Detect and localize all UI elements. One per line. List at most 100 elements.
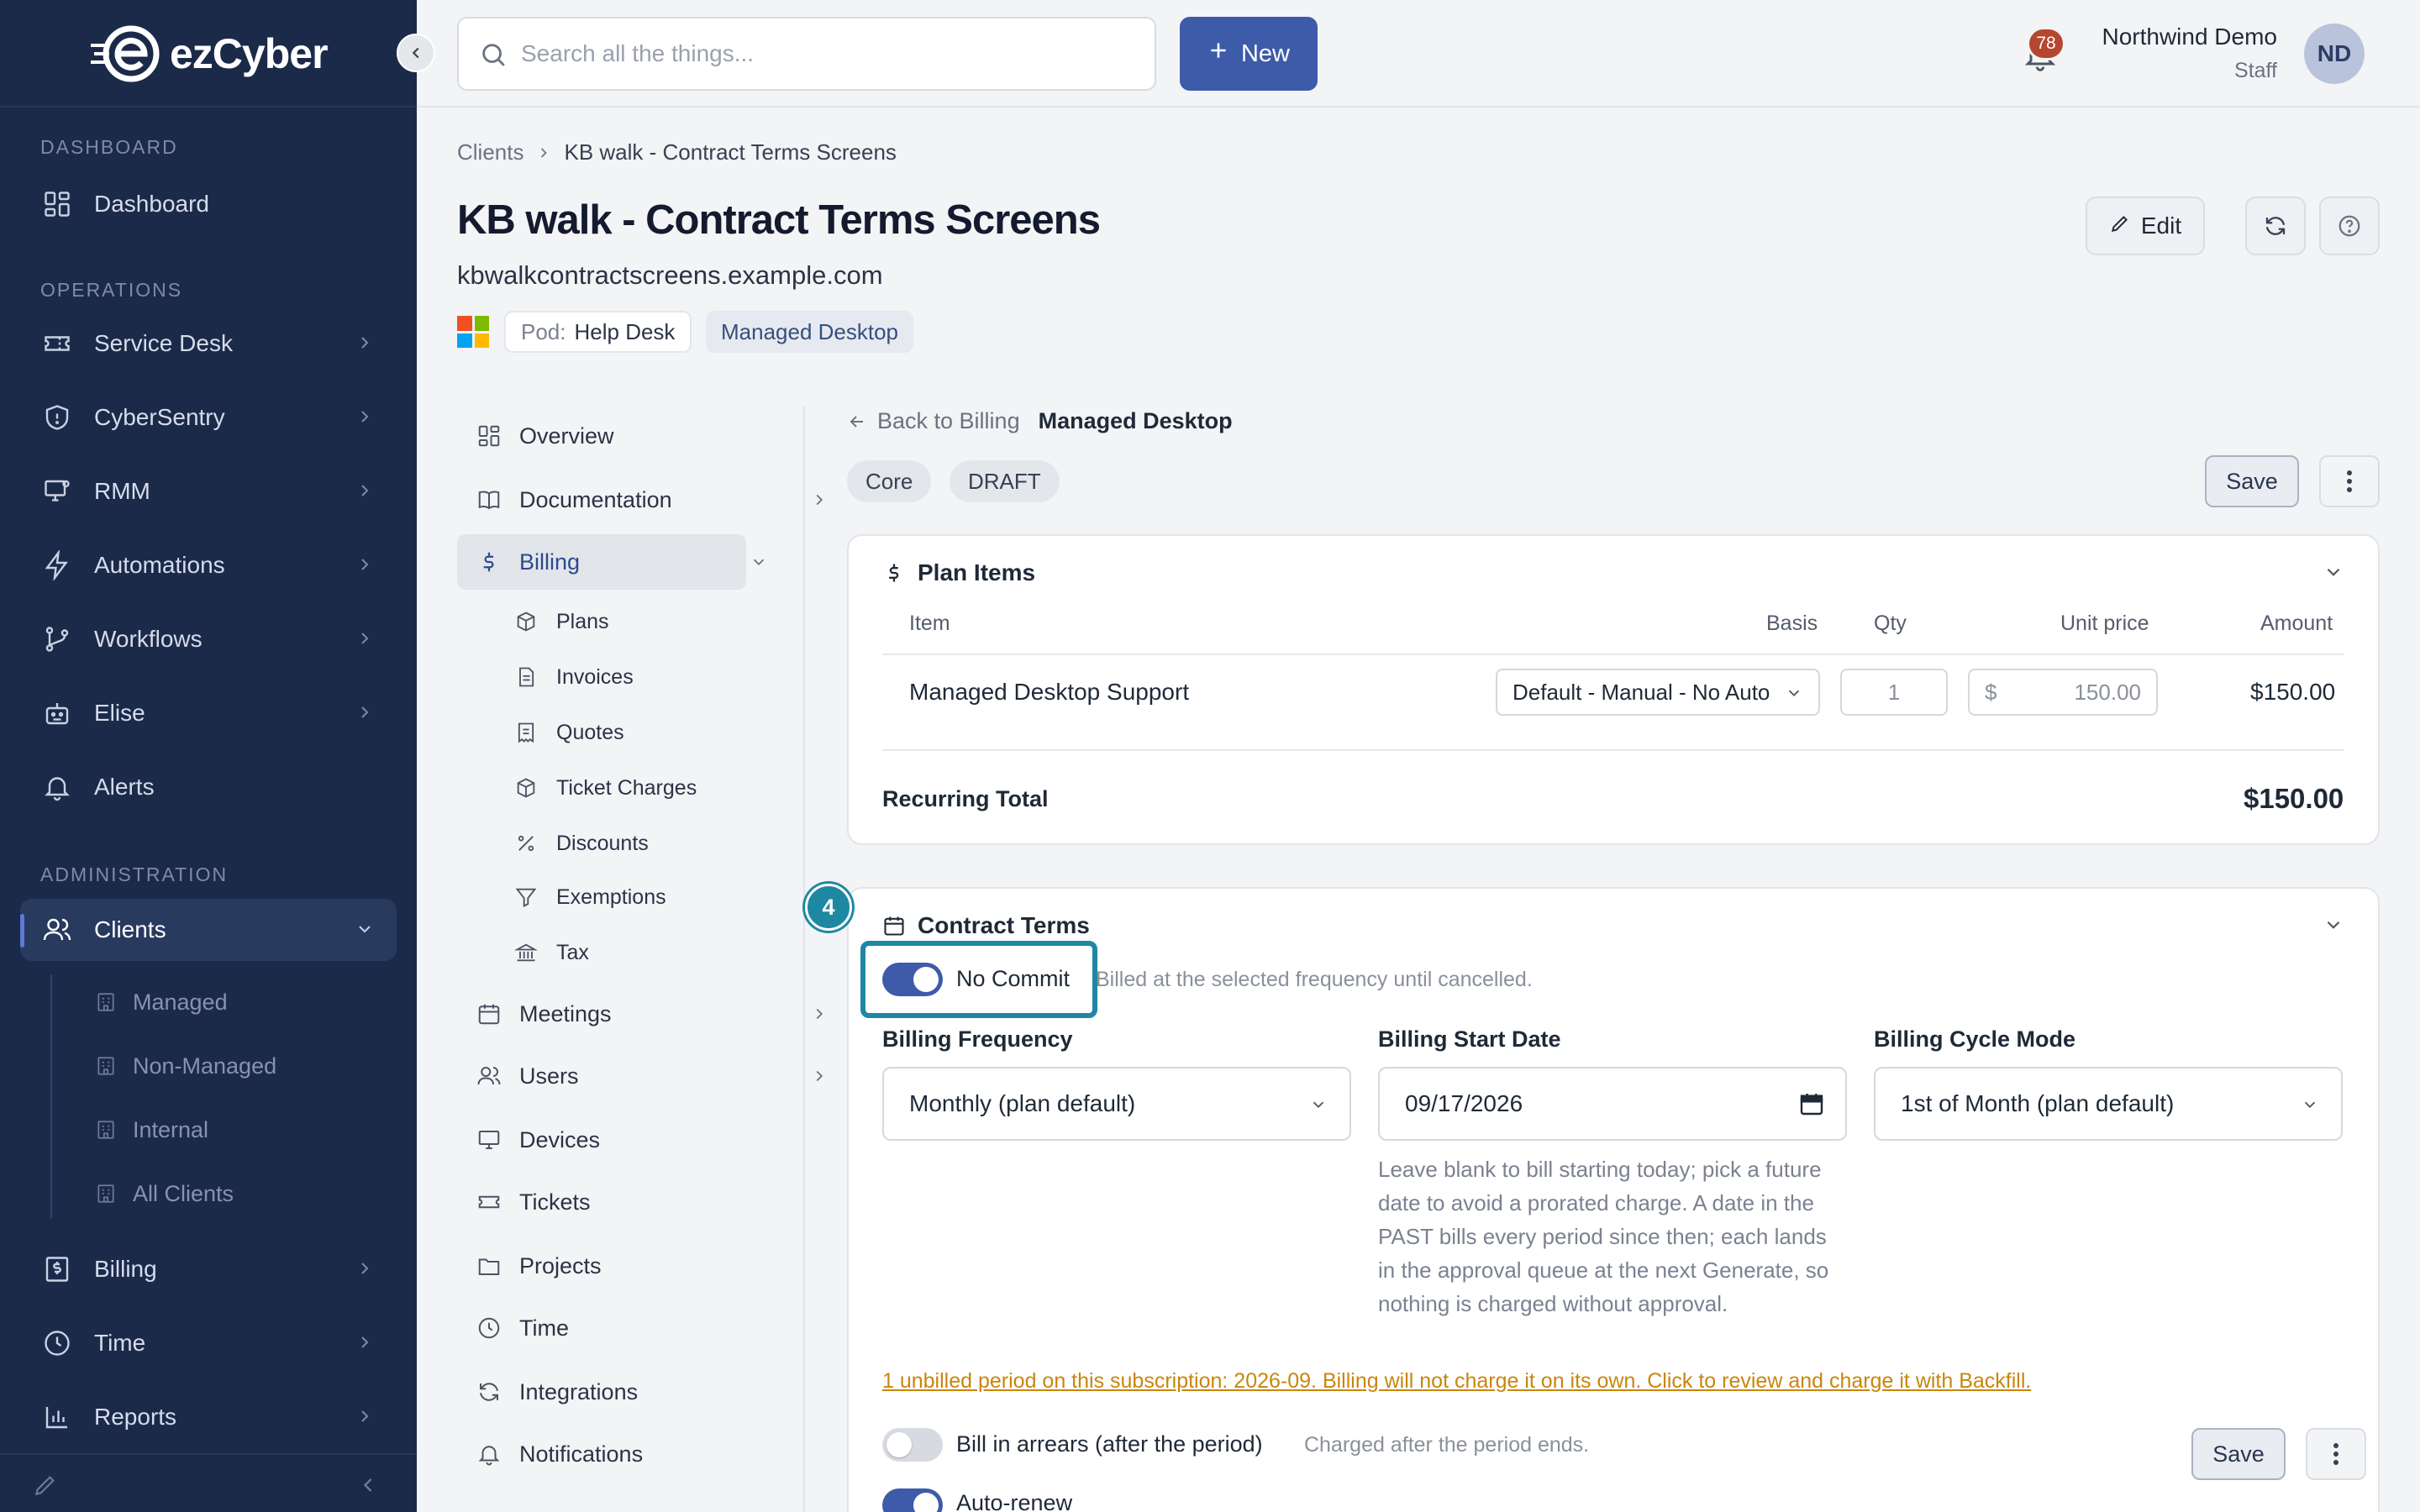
billing-sub-discounts[interactable]: Discounts (513, 820, 649, 867)
column-header-amount: Amount (2260, 612, 2333, 635)
sidebar-item-alerts[interactable]: Alerts (20, 756, 397, 818)
billing-cycle-mode-value: 1st of Month (plan default) (1901, 1090, 2175, 1116)
sidebar-divider (0, 106, 417, 108)
sidebar: ezCyber DASHBOARD Dashboard OPERATIONS S… (0, 0, 417, 1512)
chevron-down-icon[interactable] (2323, 561, 2344, 583)
tab-documentation[interactable]: Documentation (457, 472, 823, 528)
sidebar-subitem-all-clients[interactable]: All Clients (50, 1168, 387, 1220)
users-icon (476, 1063, 502, 1089)
tab-billing[interactable]: Billing (457, 534, 765, 590)
sidebar-subitem-managed[interactable]: Managed (50, 976, 387, 1028)
tab-devices[interactable]: Devices (457, 1112, 781, 1168)
sidebar-item-billing[interactable]: Billing (20, 1238, 397, 1300)
breadcrumb-clients-link[interactable]: Clients (457, 139, 523, 165)
client-domain: kbwalkcontractscreens.example.com (457, 260, 883, 290)
more-options-button[interactable] (2319, 455, 2380, 507)
billing-sub-quotes[interactable]: Quotes (513, 709, 624, 756)
contract-more-options-button[interactable] (2306, 1428, 2366, 1480)
avatar[interactable]: ND (2304, 24, 2365, 84)
billing-start-date-input[interactable]: 09/17/2026 (1378, 1067, 1847, 1141)
billing-sub-label: Plans (556, 609, 609, 633)
sidebar-item-service-desk[interactable]: Service Desk (20, 312, 397, 375)
chevron-down-icon[interactable] (2323, 914, 2344, 936)
unbilled-period-warning-link[interactable]: 1 unbilled period on this subscription: … (882, 1369, 2031, 1394)
tab-overview[interactable]: Overview (457, 408, 781, 464)
tab-projects[interactable]: Projects (457, 1238, 781, 1294)
brand-logo[interactable]: ezCyber (91, 24, 329, 84)
microsoft-icon (457, 316, 489, 348)
user-name[interactable]: Northwind Demo (2102, 24, 2277, 50)
section-label-dashboard: DASHBOARD (40, 136, 178, 158)
tab-meetings[interactable]: Meetings (457, 986, 823, 1042)
plan-items-header[interactable]: Plan Items (882, 559, 1035, 586)
billing-sub-invoices[interactable]: Invoices (513, 654, 634, 701)
help-button[interactable] (2319, 197, 2380, 255)
sidebar-item-workflows[interactable]: Workflows (20, 608, 397, 670)
sidebar-subitem-label: Managed (133, 989, 228, 1015)
tab-time[interactable]: Time (457, 1300, 781, 1356)
calendar-picker-icon[interactable] (1798, 1090, 1825, 1117)
billing-sub-label: Ticket Charges (556, 775, 697, 800)
collapse-left-icon[interactable] (356, 1473, 380, 1501)
table-divider (882, 749, 2344, 751)
sidebar-item-label: Billing (94, 1256, 157, 1282)
unit-price-input[interactable]: $ 150.00 (1968, 669, 2158, 716)
file-text-icon (513, 664, 539, 690)
billing-sub-plans[interactable]: Plans (513, 598, 609, 645)
basis-select[interactable]: Default - Manual - No Auto (1496, 669, 1820, 716)
sidebar-subitem-non-managed[interactable]: Non-Managed (50, 1040, 387, 1092)
chevron-right-icon (361, 559, 369, 570)
pod-key: Pod: (521, 318, 566, 344)
sidebar-item-reports[interactable]: Reports (20, 1386, 397, 1448)
search-input[interactable] (521, 40, 1109, 67)
tab-notifications[interactable]: Notifications (457, 1426, 781, 1482)
global-search[interactable] (457, 17, 1156, 91)
chevron-down-icon (1788, 690, 1800, 697)
pod-badge[interactable]: Pod: Help Desk (504, 311, 692, 353)
tab-users[interactable]: Users (457, 1048, 823, 1104)
bell-icon (40, 770, 74, 804)
sidebar-item-dashboard[interactable]: Dashboard (20, 173, 397, 235)
tab-tickets[interactable]: Tickets (457, 1174, 781, 1230)
no-commit-toggle[interactable] (882, 963, 943, 996)
table-divider (882, 654, 2344, 655)
sidebar-item-label: Clients (94, 916, 166, 942)
sidebar-collapse-button[interactable] (397, 34, 435, 72)
billing-sub-exemptions[interactable]: Exemptions (513, 874, 666, 921)
subnav-divider (803, 407, 805, 1512)
billing-cycle-mode-select[interactable]: 1st of Month (plan default) (1874, 1067, 2343, 1141)
back-to-billing-link[interactable]: Back to Billing (877, 408, 1020, 434)
billing-sub-tax[interactable]: Tax (513, 929, 589, 976)
billing-sub-ticket-charges[interactable]: Ticket Charges (513, 764, 697, 811)
quantity-input[interactable]: 1 (1840, 669, 1948, 716)
billing-frequency-select[interactable]: Monthly (plan default) (882, 1067, 1351, 1141)
tab-label: Time (519, 1315, 569, 1341)
edit-button[interactable]: Edit (2086, 197, 2205, 255)
plan-name: Managed Desktop (1038, 408, 1233, 433)
chevron-right-icon (361, 633, 369, 644)
pencil-icon[interactable] (32, 1472, 59, 1503)
chevron-right-icon (816, 1008, 823, 1020)
kebab-icon (2347, 470, 2352, 492)
contract-terms-header[interactable]: Contract Terms (882, 912, 1090, 939)
refresh-button[interactable] (2245, 197, 2306, 255)
bill-in-arrears-toggle[interactable] (882, 1428, 943, 1462)
sidebar-item-clients[interactable]: Clients (20, 899, 397, 961)
billing-sub-label: Tax (556, 940, 589, 964)
new-button[interactable]: New (1180, 17, 1318, 91)
sidebar-item-automations[interactable]: Automations (20, 534, 397, 596)
bill-in-arrears-description: Charged after the period ends. (1304, 1433, 1590, 1457)
sidebar-item-rmm[interactable]: RMM (20, 460, 397, 522)
tab-integrations[interactable]: Integrations (457, 1364, 781, 1420)
save-button[interactable]: Save (2205, 455, 2299, 507)
breadcrumb-current: KB walk - Contract Terms Screens (564, 139, 897, 165)
sidebar-item-cybersentry[interactable]: CyberSentry (20, 386, 397, 449)
sidebar-item-label: RMM (94, 478, 150, 504)
sidebar-subitem-internal[interactable]: Internal (50, 1104, 387, 1156)
page-title: KB walk - Contract Terms Screens (457, 197, 1101, 243)
sidebar-item-time[interactable]: Time (20, 1312, 397, 1374)
plan-tag[interactable]: Managed Desktop (706, 311, 914, 353)
auto-renew-toggle[interactable] (882, 1488, 943, 1512)
contract-save-button[interactable]: Save (2191, 1428, 2286, 1480)
sidebar-item-elise[interactable]: Elise (20, 682, 397, 744)
